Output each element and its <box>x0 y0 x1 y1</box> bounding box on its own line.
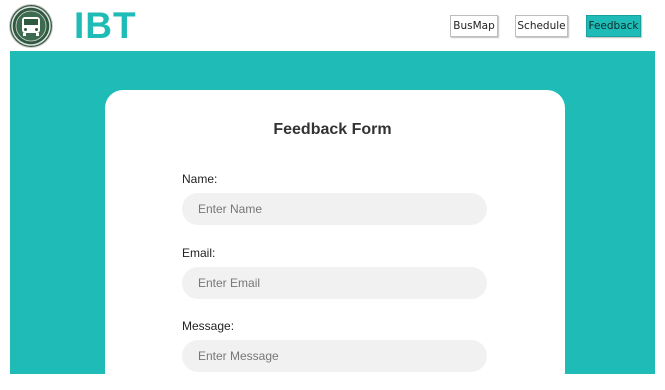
email-label: Email: <box>182 246 216 260</box>
message-label: Message: <box>182 319 235 333</box>
name-input[interactable]: Enter Name <box>182 193 487 225</box>
nav-schedule-button[interactable]: Schedule <box>515 15 568 37</box>
brand-name: IBT <box>74 5 137 46</box>
nav-feedback-button[interactable]: Feedback <box>586 15 641 37</box>
form-title: Feedback Form <box>273 121 392 138</box>
message-input[interactable]: Enter Message <box>182 340 487 372</box>
name-label: Name: <box>182 172 218 186</box>
nav-busmap-button[interactable]: BusMap <box>450 15 498 37</box>
bus-logo-icon[interactable] <box>10 5 52 47</box>
email-input[interactable]: Enter Email <box>182 267 487 299</box>
top-header: IBT BusMap Schedule Feedback <box>0 0 665 51</box>
